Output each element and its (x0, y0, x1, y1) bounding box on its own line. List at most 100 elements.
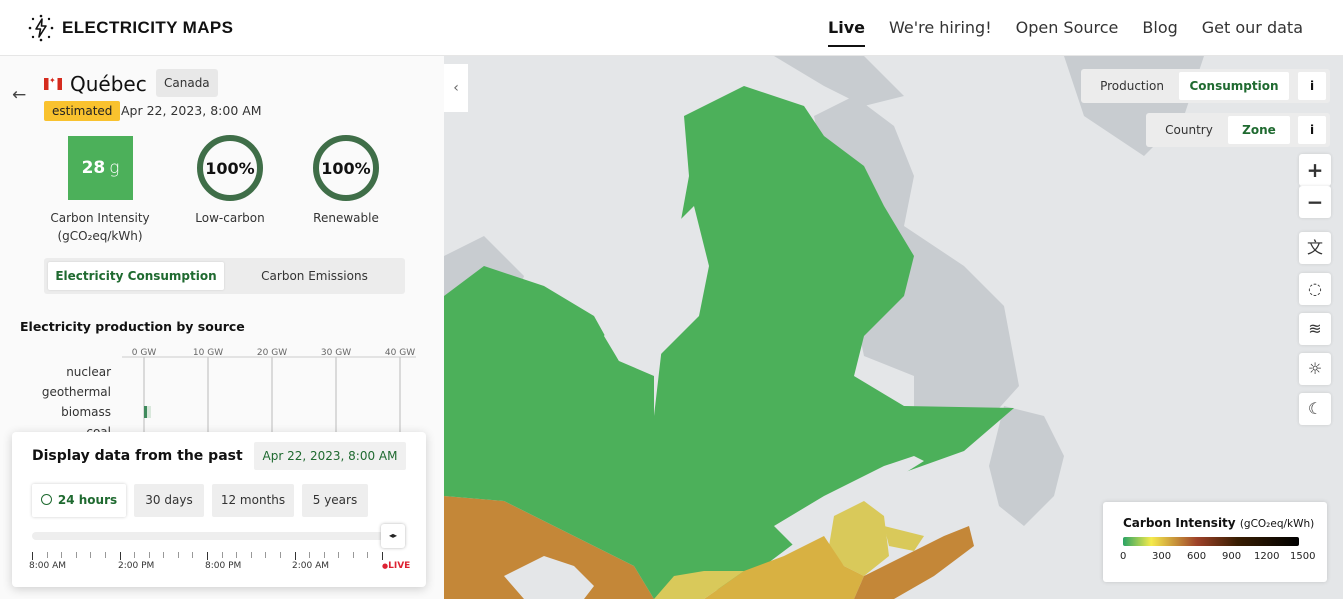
nav-live[interactable]: Live (828, 18, 865, 47)
range-24-hours-label: 24 hours (57, 493, 118, 507)
zone-pei[interactable] (884, 526, 924, 551)
time-tick (309, 552, 311, 558)
collapse-panel-button[interactable]: ‹ (444, 64, 468, 112)
carbon-intensity-unit: g (109, 158, 120, 178)
zone-timestamp: Apr 22, 2023, 8:00 AM (121, 103, 262, 118)
legend-tick-4: 1200 (1254, 551, 1280, 562)
nav-hiring[interactable]: We're hiring! (889, 18, 992, 47)
history-selected-date[interactable]: Apr 22, 2023, 8:00 AM (254, 442, 406, 470)
info-button-zone[interactable]: i (1298, 116, 1326, 144)
chevron-left-icon: ‹ (453, 80, 459, 96)
toggle-production[interactable]: Production (1089, 72, 1175, 100)
time-tick (163, 552, 165, 558)
legend-tick-2: 600 (1187, 551, 1207, 562)
carbon-intensity-box: 28 g (68, 136, 133, 200)
legend-title: Carbon Intensity (gCO₂eq/kWh) (1123, 516, 1314, 530)
time-tick (221, 552, 223, 558)
time-tick (265, 552, 267, 558)
toggle-country[interactable]: Country (1154, 116, 1224, 144)
time-tick (46, 552, 48, 558)
time-tick (119, 552, 121, 560)
carbon-intensity-label: Carbon Intensity (50, 211, 150, 225)
low-carbon-value: 100% (205, 158, 255, 178)
legend-color-bar (1123, 537, 1299, 546)
language-button[interactable]: 文 (1299, 232, 1331, 264)
low-carbon-ring: 100% (197, 135, 263, 201)
bar-biomass[interactable] (144, 406, 147, 418)
nav-open-source[interactable]: Open Source (1016, 18, 1119, 47)
legend-tick-3: 900 (1222, 551, 1242, 562)
canada-flag-icon (44, 76, 62, 90)
toggle-consumption[interactable]: Consumption (1179, 72, 1289, 100)
time-tick (32, 552, 33, 560)
zone-name: Québec (70, 72, 147, 96)
clock-icon (40, 494, 52, 505)
production-chart-title: Electricity production by source (20, 319, 245, 334)
legend-tick-1: 300 (1152, 551, 1172, 562)
history-panel: Display data from the past Apr 22, 2023,… (12, 432, 426, 587)
estimated-badge: estimated (44, 101, 121, 121)
time-tick (352, 552, 354, 558)
source-label-geothermal: geothermal (42, 385, 111, 399)
legend-tick-5: 1500 (1290, 551, 1316, 562)
live-label[interactable]: ●LIVE (382, 561, 410, 571)
time-tick (250, 552, 252, 558)
toggle-electricity-consumption[interactable]: Electricity Consumption (48, 262, 224, 290)
main-nav: Live We're hiring! Open Source Blog Get … (828, 18, 1303, 47)
source-label-biomass: biomass (61, 405, 111, 419)
time-tick (294, 552, 296, 560)
zoom-in-button[interactable]: + (1299, 154, 1331, 186)
time-tick (236, 552, 238, 558)
logo[interactable]: ELECTRICITY MAPS (28, 14, 233, 42)
time-tick (382, 552, 383, 560)
nav-blog[interactable]: Blog (1142, 18, 1177, 47)
bar-capacity-biomass (147, 406, 151, 418)
mode-toggle: Electricity Consumption Carbon Emissions (44, 258, 405, 294)
time-tick (90, 552, 92, 558)
carbon-intensity-label-block: Carbon Intensity (gCO₂eq/kWh) (40, 209, 160, 245)
eye-off-icon: ◌ (1308, 279, 1322, 298)
range-5-years[interactable]: 5 years (302, 484, 368, 517)
time-tick (104, 552, 106, 558)
info-button-production[interactable]: i (1298, 72, 1326, 100)
time-ticks (32, 552, 402, 560)
carbon-intensity-legend: Carbon Intensity (gCO₂eq/kWh) 0 300 600 … (1103, 502, 1327, 582)
time-tick (367, 552, 369, 558)
time-slider-track[interactable] (32, 532, 384, 540)
carbon-intensity-sublabel: (gCO₂eq/kWh) (57, 229, 143, 243)
time-tick (338, 552, 340, 558)
time-tick (207, 552, 208, 560)
time-slider-handle[interactable]: ◂▸ (381, 524, 405, 548)
production-consumption-toggle: Production Consumption i (1081, 69, 1330, 103)
time-label-2: 8:00 PM (205, 561, 242, 571)
logo-text: ELECTRICITY MAPS (62, 18, 234, 37)
legend-title-text: Carbon Intensity (1123, 516, 1236, 530)
renewable-ring: 100% (313, 135, 379, 201)
wind-icon: ≋ (1308, 319, 1322, 338)
renewable-value: 100% (321, 158, 371, 178)
lightning-logo-icon (28, 14, 54, 42)
range-30-days[interactable]: 30 days (134, 484, 204, 517)
country-zone-toggle: Country Zone i (1146, 113, 1330, 147)
carbon-intensity-value: 28 (81, 158, 106, 178)
zoom-out-button[interactable]: − (1299, 186, 1331, 218)
renewable-label: Renewable (313, 211, 379, 225)
toggle-colorblind-button[interactable]: ◌ (1299, 273, 1331, 305)
solar-layer-button[interactable]: ☼ (1299, 353, 1331, 385)
back-arrow-icon[interactable]: ← (12, 85, 26, 105)
translate-icon: 文 (1306, 238, 1323, 257)
range-24-hours[interactable]: 24 hours (32, 484, 126, 517)
toggle-carbon-emissions[interactable]: Carbon Emissions (228, 262, 401, 290)
time-tick (148, 552, 150, 558)
time-tick (323, 552, 325, 558)
legend-tick-0: 0 (1120, 551, 1127, 562)
time-label-3: 2:00 AM (292, 561, 329, 571)
low-carbon-label: Low-carbon (195, 211, 265, 225)
time-tick (279, 552, 281, 558)
wind-layer-button[interactable]: ≋ (1299, 313, 1331, 345)
toggle-zone[interactable]: Zone (1228, 116, 1290, 144)
nav-get-data[interactable]: Get our data (1202, 18, 1303, 47)
dark-mode-button[interactable]: ☾ (1299, 393, 1331, 425)
time-tick (61, 552, 63, 558)
range-12-months[interactable]: 12 months (212, 484, 294, 517)
